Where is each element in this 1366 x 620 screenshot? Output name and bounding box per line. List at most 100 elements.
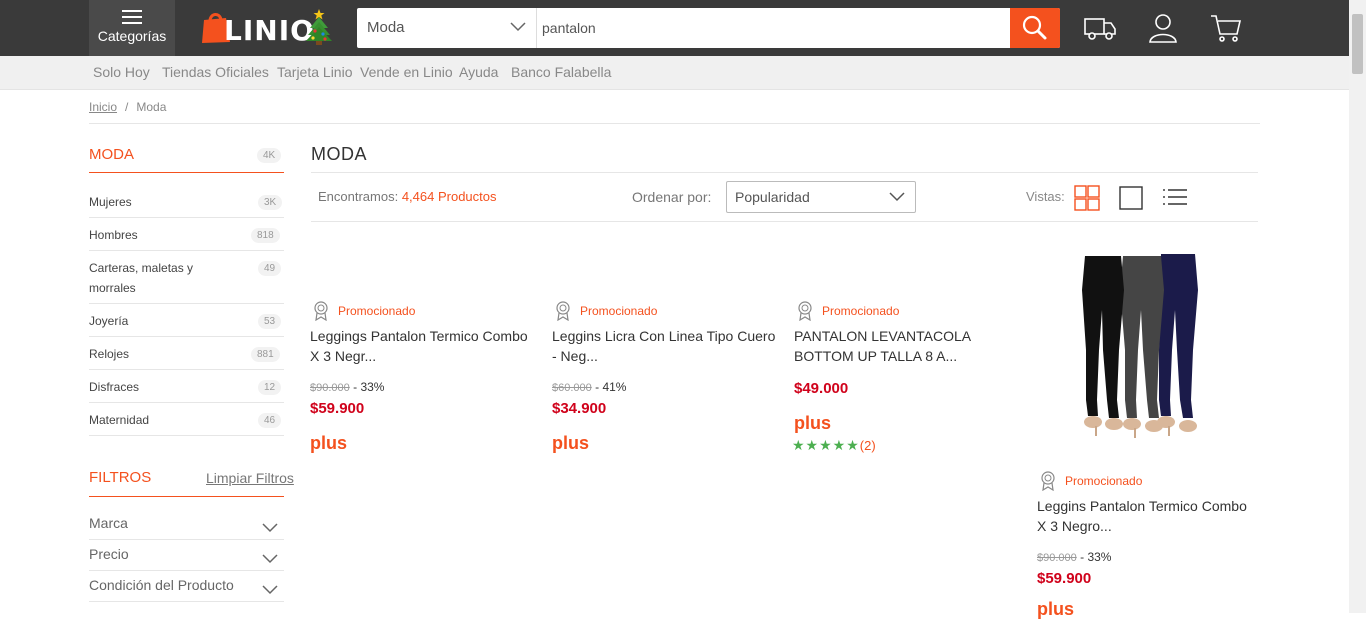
promoted-label: Promocionado <box>794 301 899 321</box>
list-view-icon[interactable] <box>1162 185 1188 211</box>
chevron-down-icon <box>889 192 905 202</box>
product-name[interactable]: PANTALON LEVANTACOLA BOTTOM UP TALLA 8 A… <box>794 326 1019 366</box>
search-category-value: Moda <box>367 19 405 36</box>
search-input[interactable] <box>538 8 1010 48</box>
categories-label: Categorías <box>97 28 167 44</box>
award-ribbon-icon <box>314 301 328 321</box>
product-name[interactable]: Leggins Licra Con Linea Tipo Cuero - Neg… <box>552 326 777 366</box>
sidebar-item-label: Joyería <box>89 314 129 328</box>
nav-link-banco-falabella[interactable]: Banco Falabella <box>511 64 611 80</box>
count-badge: 53 <box>258 314 282 329</box>
product-name[interactable]: Leggins Pantalon Termico Combo X 3 Negro… <box>1037 496 1259 536</box>
discount: - 33% <box>353 380 385 394</box>
page-scrollbar[interactable] <box>1349 0 1366 613</box>
price-old-line: $90.000 - 33% <box>1037 550 1111 564</box>
award-ribbon-icon <box>556 301 570 321</box>
promoted-text: Promocionado <box>580 304 658 318</box>
count-badge: 49 <box>258 261 282 276</box>
filter-label: Marca <box>89 515 128 531</box>
sidebar-item-label: Carteras, maletas y morrales <box>89 261 194 295</box>
sidebar-item-label: Relojes <box>89 347 130 361</box>
filter-condicion[interactable]: Condición del Producto <box>89 577 284 607</box>
product-price: $59.900 <box>310 400 365 417</box>
plus-badge: plus <box>552 433 590 453</box>
divider <box>89 250 284 251</box>
promoted-label: Promocionado <box>1037 471 1142 491</box>
divider <box>89 402 284 403</box>
product-price: $34.900 <box>552 400 607 417</box>
filter-precio[interactable]: Precio <box>89 546 284 576</box>
divider <box>89 217 284 218</box>
product-image-leggings[interactable] <box>1077 250 1217 442</box>
breadcrumb: Inicio / Moda <box>89 100 166 114</box>
filter-label: Condición del Producto <box>89 577 234 593</box>
christmas-tree-icon <box>306 9 332 45</box>
sidebar-item-mujeres[interactable]: Mujeres <box>89 192 284 212</box>
sidebar-item-label: Mujeres <box>89 195 132 209</box>
product-price: $49.000 <box>794 380 849 397</box>
price-old-line: $90.000 - 33% <box>310 380 384 394</box>
product-card[interactable]: Promocionado PANTALON LEVANTACOLA BOTTOM… <box>792 300 1026 470</box>
filters-title: FILTROS <box>89 469 152 486</box>
results-count: Encontramos: 4,464 Productos <box>318 189 497 204</box>
sidebar-item-label: Disfraces <box>89 380 140 394</box>
single-view-icon[interactable] <box>1118 185 1144 211</box>
old-price: $90.000 <box>310 382 350 394</box>
search-category-select[interactable]: Moda <box>357 8 537 48</box>
breadcrumb-home[interactable]: Inicio <box>89 100 117 114</box>
filter-marca[interactable]: Marca <box>89 515 284 545</box>
clear-filters-link[interactable]: Limpiar Filtros <box>206 470 294 486</box>
award-ribbon-icon <box>798 301 812 321</box>
scrollbar-thumb[interactable] <box>1352 14 1363 74</box>
nav-link-solo-hoy[interactable]: Solo Hoy <box>93 64 150 80</box>
search-button[interactable] <box>1010 8 1060 48</box>
product-name[interactable]: Leggings Pantalon Termico Combo X 3 Negr… <box>310 326 535 366</box>
product-card[interactable]: Promocionado Leggins Pantalon Termico Co… <box>1037 250 1262 619</box>
nav-link-tiendas-oficiales[interactable]: Tiendas Oficiales <box>162 64 269 80</box>
award-ribbon-icon <box>1041 471 1055 491</box>
sort-value: Popularidad <box>735 189 810 205</box>
sort-select[interactable]: Popularidad <box>726 181 916 213</box>
top-header: Categorías LINIO Moda <box>0 0 1366 56</box>
filter-label: Precio <box>89 546 129 562</box>
promoted-text: Promocionado <box>822 304 900 318</box>
divider <box>311 172 1258 173</box>
count-badge: 46 <box>258 413 282 428</box>
product-card[interactable]: Promocionado Leggins Licra Con Linea Tip… <box>552 300 784 470</box>
sidebar-item-carteras[interactable]: Carteras, maletas y morrales <box>89 258 239 298</box>
nav-link-vende-en-linio[interactable]: Vende en Linio <box>360 64 453 80</box>
discount: - 33% <box>1080 550 1112 564</box>
count-badge: 3K <box>258 195 283 210</box>
logo-text: LINIO <box>224 14 315 47</box>
nav-link-tarjeta-linio[interactable]: Tarjeta Linio <box>277 64 353 80</box>
nav-link-ayuda[interactable]: Ayuda <box>459 64 498 80</box>
linio-logo[interactable]: LINIO <box>196 8 336 48</box>
price-old-line: $60.000 - 41% <box>552 380 626 394</box>
promoted-label: Promocionado <box>552 301 657 321</box>
sidebar-item-maternidad[interactable]: Maternidad <box>89 410 284 430</box>
promoted-label: Promocionado <box>310 301 415 321</box>
categories-button[interactable]: Categorías <box>89 0 175 56</box>
discount: - 41% <box>595 380 627 394</box>
star-icons: ★★★★★ <box>792 437 860 453</box>
user-account-icon[interactable] <box>1145 10 1181 46</box>
menu-icon <box>122 10 142 24</box>
divider <box>89 496 284 497</box>
old-price: $90.000 <box>1037 552 1077 564</box>
review-count[interactable]: (2) <box>860 438 876 453</box>
rating-stars: ★★★★★(2) <box>792 437 876 454</box>
delivery-truck-icon[interactable] <box>1082 10 1118 46</box>
grid-view-icon[interactable] <box>1074 185 1100 211</box>
views-label: Vistas: <box>1026 189 1065 204</box>
sidebar-item-joyeria[interactable]: Joyería <box>89 311 284 331</box>
divider <box>89 123 1260 124</box>
product-card[interactable]: Promocionado Leggings Pantalon Termico C… <box>310 300 542 470</box>
sidebar-category-title[interactable]: MODA <box>89 146 134 163</box>
sidebar-item-disfraces[interactable]: Disfraces <box>89 377 284 397</box>
breadcrumb-separator: / <box>125 100 129 114</box>
plus-badge: plus <box>1037 599 1075 619</box>
product-price: $59.900 <box>1037 570 1092 587</box>
divider <box>89 435 284 436</box>
shopping-cart-icon[interactable] <box>1208 10 1244 46</box>
divider <box>89 601 284 602</box>
